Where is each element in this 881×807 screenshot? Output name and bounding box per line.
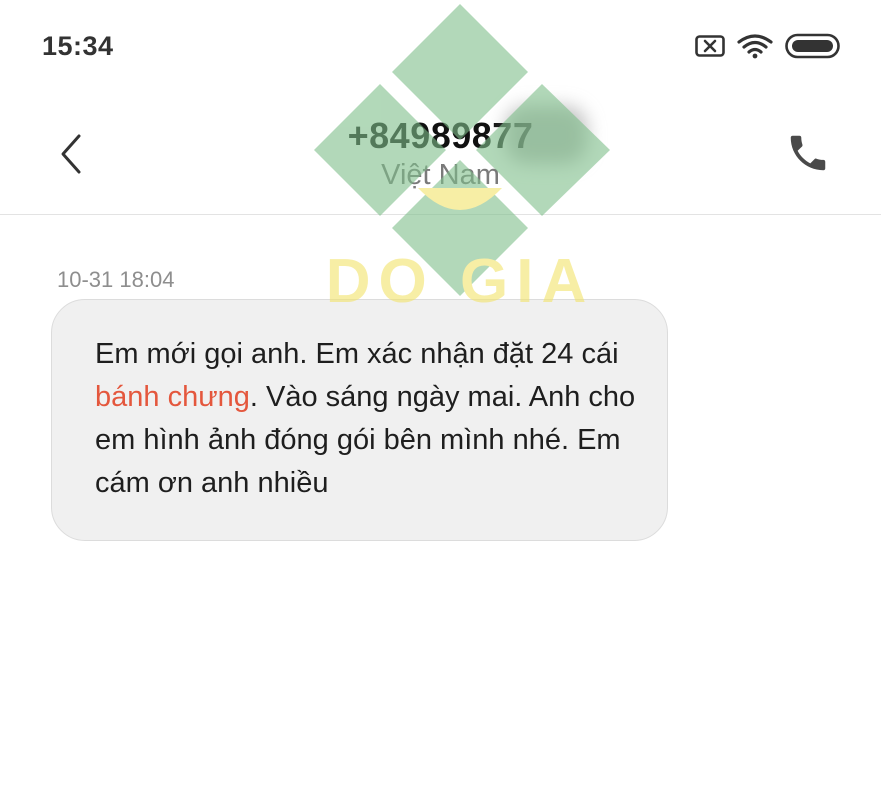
conversation-header: +84989877 Việt Nam — [0, 96, 881, 214]
battery-icon — [785, 33, 841, 64]
message-thread-screen: 15:34 +84989877 Việt Nam 10-31 18:04 Em … — [0, 0, 881, 807]
header-divider — [0, 214, 881, 215]
message-text-part: Em mới gọi anh. Em xác nhận đặt 24 cái — [95, 338, 619, 370]
message-link[interactable]: bánh chưng — [95, 381, 250, 413]
contact-number: +84989877 — [347, 115, 534, 156]
message-text: Em mới gọi anh. Em xác nhận đặt 24 cái b… — [95, 333, 637, 505]
message-bubble[interactable]: Em mới gọi anh. Em xác nhận đặt 24 cái b… — [51, 299, 668, 541]
redacted-digits — [505, 106, 587, 164]
wifi-icon — [737, 33, 773, 64]
status-time: 15:34 — [42, 31, 114, 61]
status-icons — [695, 33, 841, 64]
phone-icon — [785, 135, 831, 180]
contact-region: Việt Nam — [381, 159, 500, 191]
status-bar: 15:34 — [0, 0, 881, 96]
no-sim-icon — [695, 34, 725, 63]
call-button[interactable] — [785, 130, 831, 176]
message-timestamp: 10-31 18:04 — [57, 267, 175, 292]
